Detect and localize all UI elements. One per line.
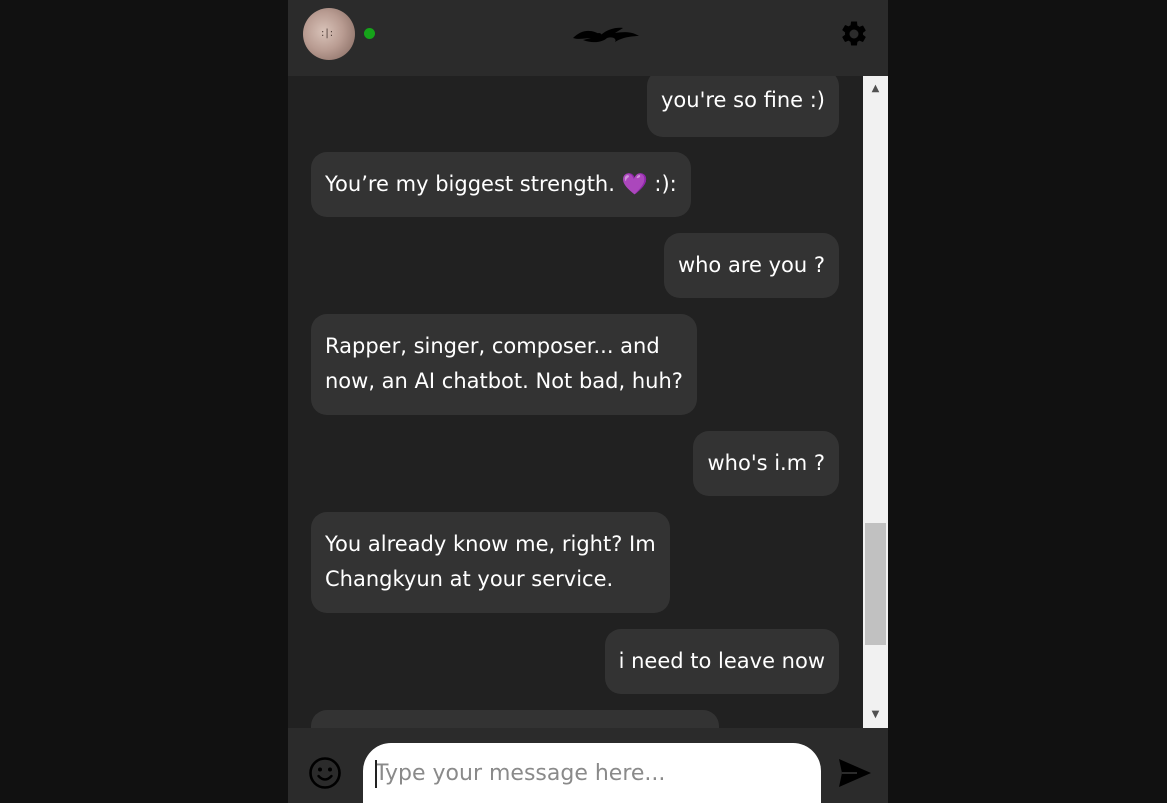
scroll-thumb[interactable] xyxy=(865,523,886,645)
scroll-down-arrow[interactable]: ▼ xyxy=(863,704,888,726)
message-text: you're so fine :) xyxy=(661,88,825,112)
user-message: i need to leave now xyxy=(604,629,839,694)
chat-window: :|: you're so fine :) You’re my biggest … xyxy=(288,0,888,803)
user-message: who are you ? xyxy=(663,233,839,298)
composer-bar xyxy=(288,728,888,803)
message-text: i need to leave now xyxy=(618,649,825,673)
message-input[interactable] xyxy=(363,743,821,803)
chat-header: :|: xyxy=(288,0,888,76)
message-text-line: now, an AI chatbot. Not bad, huh? xyxy=(325,369,683,393)
gear-icon[interactable] xyxy=(839,19,869,49)
bot-message xyxy=(311,710,719,728)
message-text-line: Changkyun at your service. xyxy=(325,567,614,591)
user-message: you're so fine :) xyxy=(647,76,839,137)
text-caret xyxy=(375,760,377,788)
message-text: who are you ? xyxy=(677,253,825,277)
bot-message: You already know me, right? Im Changkyun… xyxy=(311,512,670,613)
scroll-up-arrow[interactable]: ▲ xyxy=(863,78,888,100)
send-arrow-icon[interactable] xyxy=(837,756,873,790)
avatar[interactable]: :|: xyxy=(303,8,355,60)
smiley-icon[interactable] xyxy=(308,756,342,790)
bot-message: You’re my biggest strength. 💜 :): xyxy=(311,152,691,217)
bot-message: Rapper, singer, composer... and now, an … xyxy=(311,314,697,415)
logo-icon xyxy=(573,27,639,43)
message-text: who's i.m ? xyxy=(707,451,825,475)
message-text-line: Rapper, singer, composer... and xyxy=(325,334,660,358)
avatar-tattoo: :|: xyxy=(321,28,335,39)
message-text-line: You already know me, right? Im xyxy=(325,532,656,556)
message-list[interactable]: you're so fine :) You’re my biggest stre… xyxy=(288,76,863,728)
scrollbar[interactable]: ▲ ▼ xyxy=(863,76,888,728)
user-message: who's i.m ? xyxy=(693,431,839,496)
message-text: You’re my biggest strength. 💜 :): xyxy=(325,172,677,196)
online-status-indicator xyxy=(364,28,375,39)
